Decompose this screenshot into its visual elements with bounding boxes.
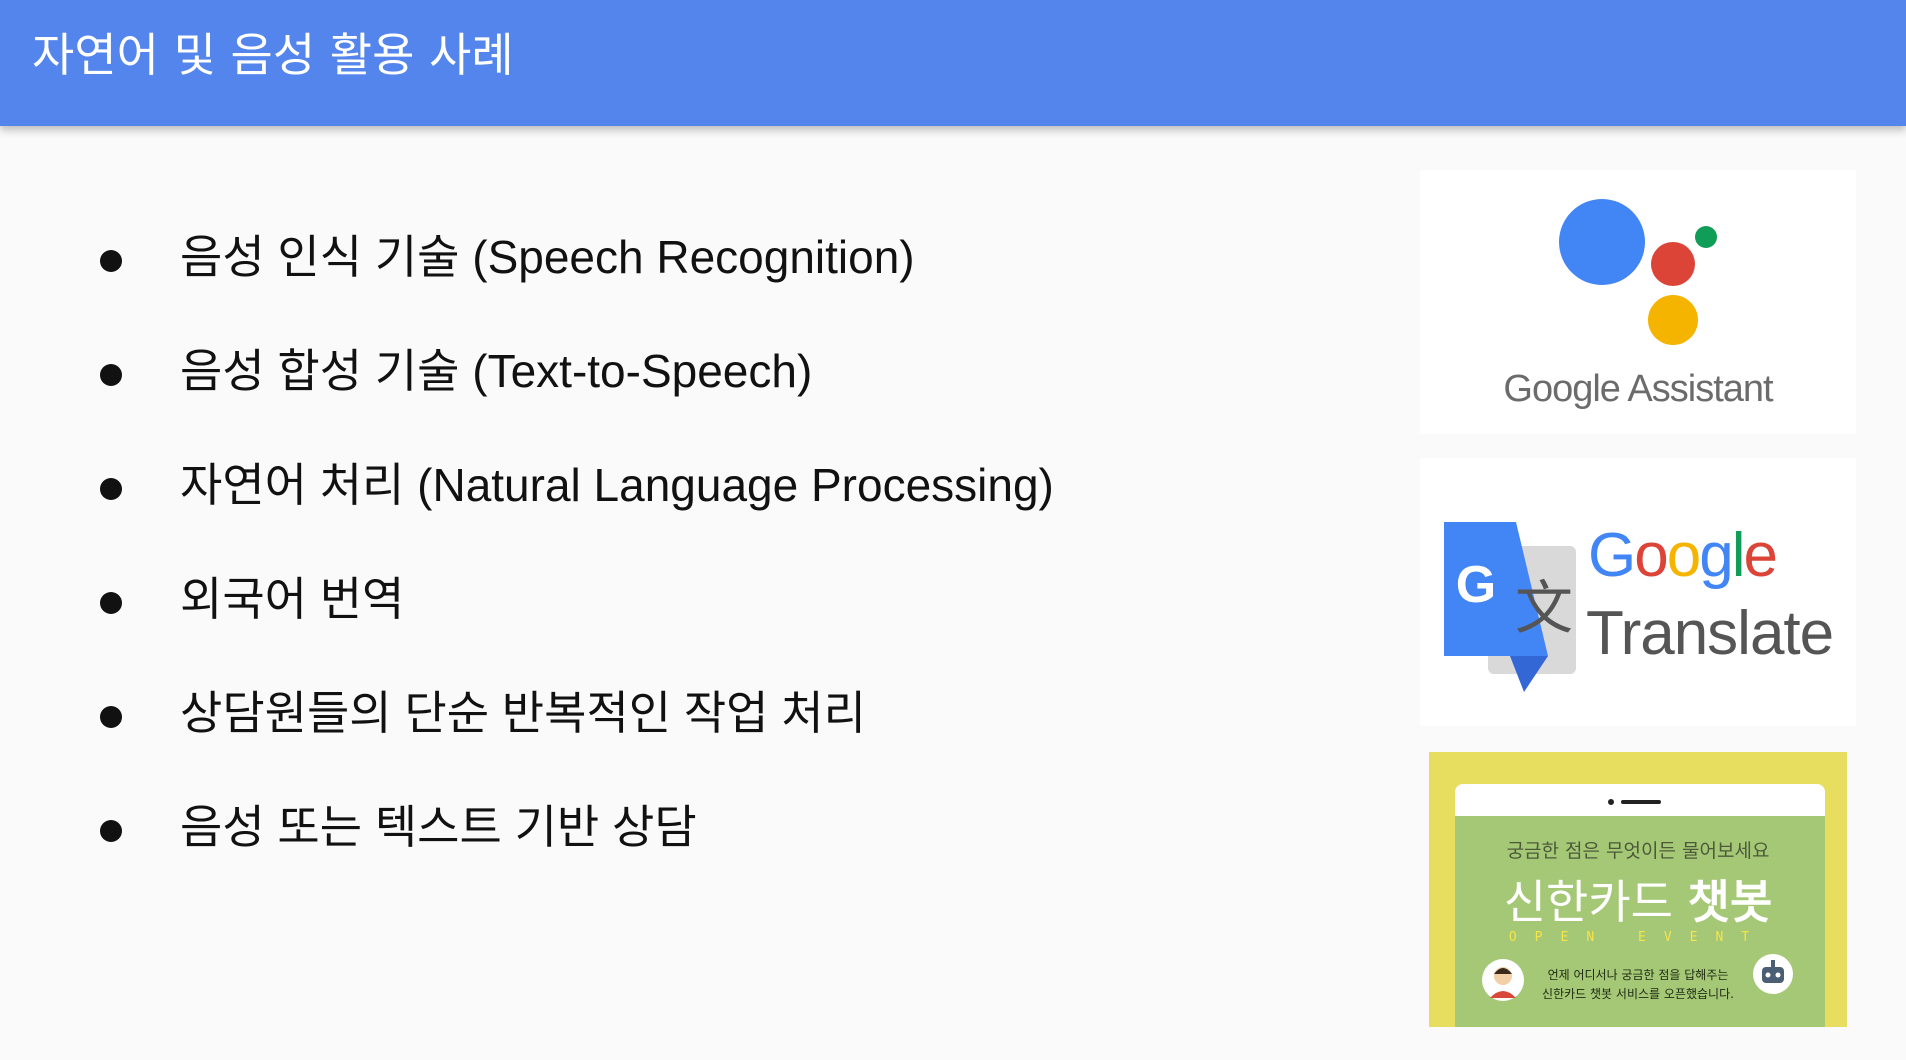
chatbot-title-light: 신한카드 — [1503, 875, 1688, 929]
google-letter: l — [1731, 521, 1746, 590]
chatbot-subtitle: 궁금한 점은 무엇이든 물어보세요 — [1506, 840, 1770, 862]
translate-g-letter: G — [1456, 556, 1496, 614]
bullet-dot-icon — [100, 250, 122, 272]
bullet-dot-icon — [100, 478, 122, 500]
chatbot-event: OPEN EVENT — [1508, 930, 1768, 945]
google-translate-word-google: Google — [1588, 520, 1778, 591]
bullet-dot-icon — [100, 706, 122, 728]
bullet-text: 음성 합성 기술 (Text-to-Speech) — [180, 345, 813, 397]
translate-glyph: 文 — [1515, 574, 1573, 642]
chatbot-title: 신한카드 챗봇 — [1429, 866, 1847, 932]
chatbot-description: 언제 어디서나 궁금한 점을 답해주는 신한카드 챗봇 서비스를 오픈했습니다. — [1509, 966, 1767, 1004]
list-item: 상담원들의 단순 반복적인 작업 처리 — [100, 678, 1054, 792]
google-letter: e — [1743, 521, 1778, 590]
list-item: 자연어 처리 (Natural Language Processing) — [100, 450, 1054, 564]
bullet-list: 음성 인식 기술 (Speech Recognition) 음성 합성 기술 (… — [100, 222, 1054, 906]
bullet-text: 음성 인식 기술 (Speech Recognition) — [180, 231, 915, 283]
list-item: 음성 합성 기술 (Text-to-Speech) — [100, 336, 1054, 450]
bullet-text: 외국어 번역 — [180, 573, 405, 625]
google-letter: o — [1634, 521, 1669, 590]
bullet-dot-icon — [100, 364, 122, 386]
shinhan-chatbot-image: 궁금한 점은 무엇이든 물어보세요 신한카드 챗봇 OPEN EVENT 언제 … — [1429, 752, 1847, 1027]
google-assistant-logo-icon — [1559, 199, 1717, 345]
google-letter: g — [1699, 521, 1734, 590]
list-item: 외국어 번역 — [100, 564, 1054, 678]
list-item: 음성 또는 텍스트 기반 상담 — [100, 792, 1054, 906]
bullet-dot-icon — [100, 592, 122, 614]
google-translate-logo-icon: G 文 — [1444, 522, 1576, 692]
google-word: Google — [1588, 521, 1778, 590]
slide-header: 자연어 및 음성 활용 사례 — [0, 0, 1906, 126]
chatbot-title-bold: 챗봇 — [1687, 875, 1773, 929]
google-assistant-image: Google Assistant — [1420, 170, 1856, 434]
google-translate-image: G 文 Google Translate — [1420, 458, 1856, 726]
bullet-text: 상담원들의 단순 반복적인 작업 처리 — [180, 687, 866, 739]
google-assistant-label: Google Assistant — [1503, 368, 1773, 410]
google-letter: o — [1666, 521, 1702, 590]
list-item: 음성 인식 기술 (Speech Recognition) — [100, 222, 1054, 336]
slide-title: 자연어 및 음성 활용 사례 — [32, 28, 514, 82]
chatbot-desc-line2: 신한카드 챗봇 서비스를 오픈했습니다. — [1542, 987, 1734, 1001]
google-letter: G — [1588, 521, 1636, 590]
google-translate-word-translate: Translate — [1586, 599, 1834, 668]
bullet-dot-icon — [100, 820, 122, 842]
bullet-text: 음성 또는 텍스트 기반 상담 — [180, 801, 697, 853]
chatbot-desc-line1: 언제 어디서나 궁금한 점을 답해주는 — [1547, 968, 1729, 982]
bullet-text: 자연어 처리 (Natural Language Processing) — [180, 459, 1054, 511]
